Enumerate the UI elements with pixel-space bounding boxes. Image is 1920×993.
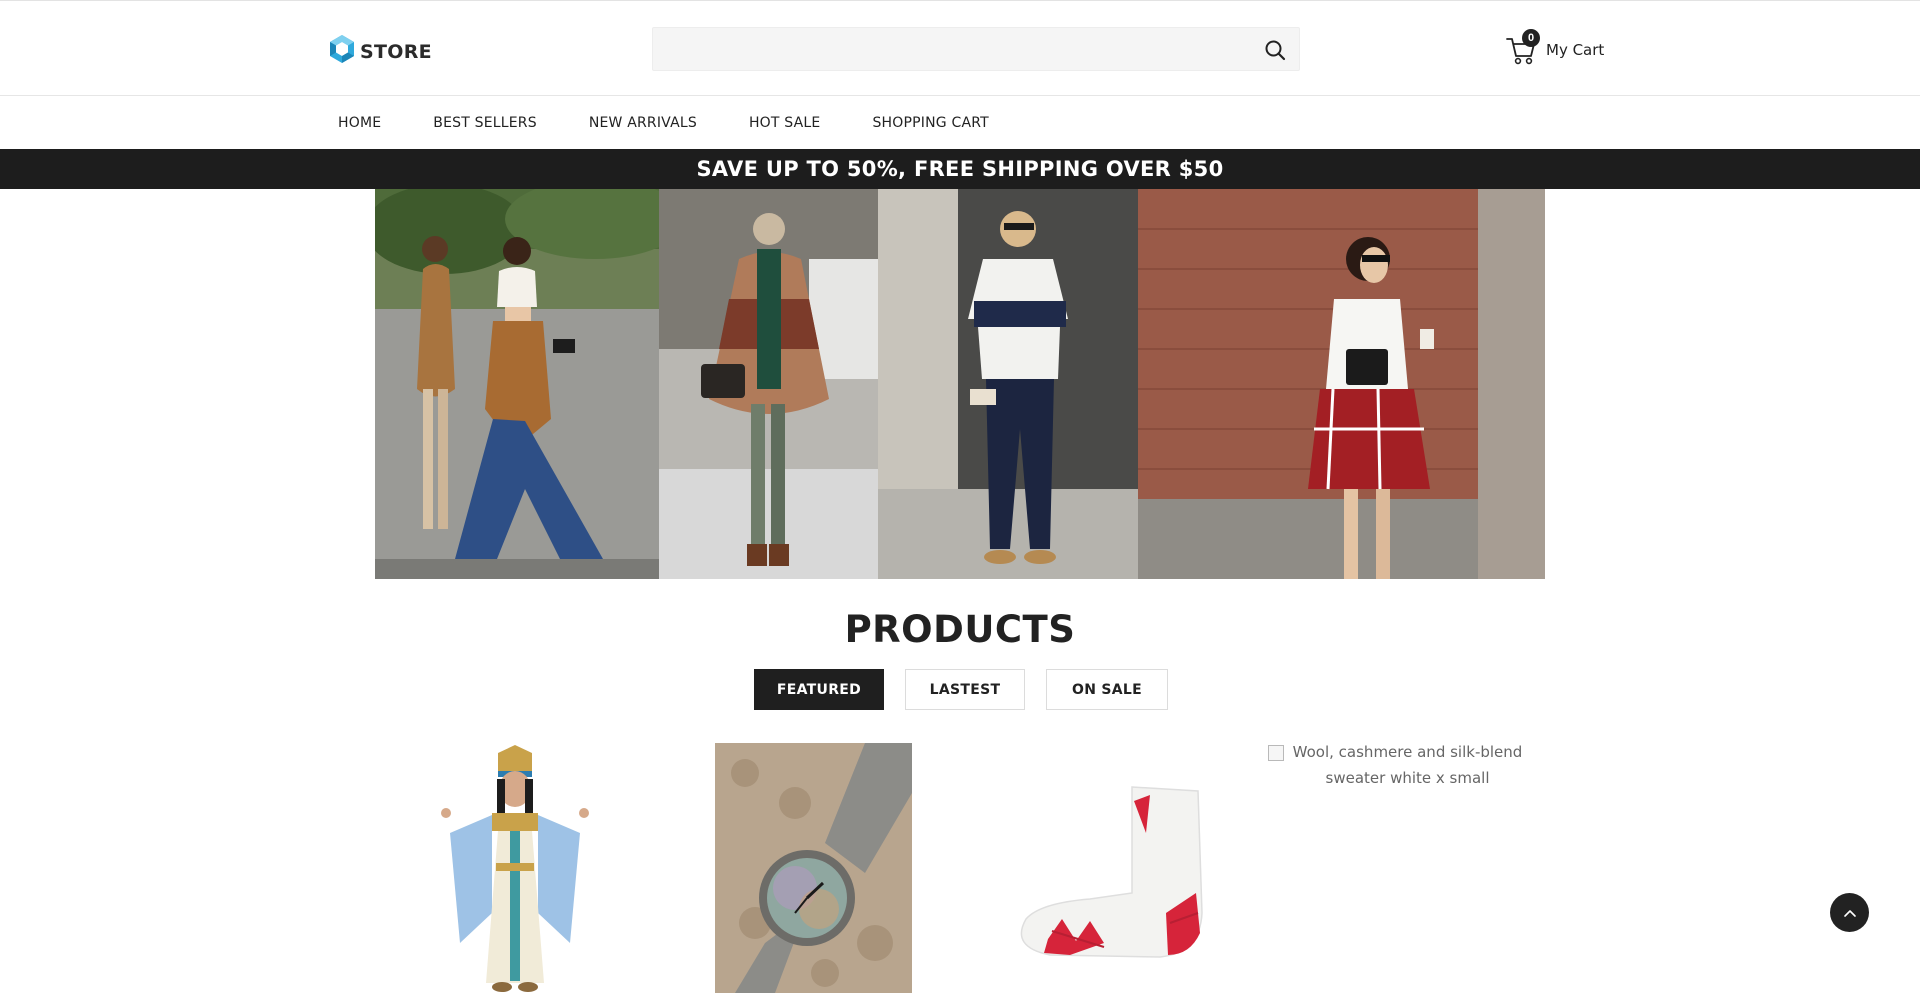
nav-item-new-arrivals[interactable]: NEW ARRIVALS xyxy=(589,115,697,131)
nav-item-home[interactable]: HOME xyxy=(338,115,381,131)
back-to-top-button[interactable] xyxy=(1830,893,1869,932)
tab-on-sale[interactable]: ON SALE xyxy=(1046,669,1168,710)
product-tabs: FEATURED LASTEST ON SALE xyxy=(754,669,1168,710)
nav-item-shopping-cart[interactable]: SHOPPING CART xyxy=(872,115,988,131)
hero-photo-1 xyxy=(375,189,659,579)
product-image-alt-text: Wool, cashmere and silk-blend sweater wh… xyxy=(1292,743,1523,787)
promo-text: SAVE UP TO 50%, FREE SHIPPING OVER $50 xyxy=(696,157,1224,181)
search-input[interactable] xyxy=(653,28,1243,70)
product-image-4[interactable]: Wool, cashmere and silk-blend sweater wh… xyxy=(1268,743,1528,993)
product-image-1[interactable] xyxy=(420,743,610,993)
promo-banner: SAVE UP TO 50%, FREE SHIPPING OVER $50 xyxy=(0,149,1920,189)
main-nav: HOME BEST SELLERS NEW ARRIVALS HOT SALE … xyxy=(0,97,1920,149)
logo-text: STORE xyxy=(360,41,432,63)
logo-icon xyxy=(330,35,354,63)
product-image-3[interactable] xyxy=(1000,743,1215,993)
products-heading: PRODUCTS xyxy=(844,608,1076,651)
cart-button[interactable]: 0 My Cart xyxy=(1506,29,1605,65)
chevron-up-icon xyxy=(1843,909,1856,917)
broken-image-icon xyxy=(1268,745,1284,761)
cart-count-badge: 0 xyxy=(1522,29,1540,47)
hero-photo-3 xyxy=(878,189,1138,579)
store-logo[interactable]: STORE xyxy=(327,34,432,64)
hero-photo-4 xyxy=(1138,189,1545,579)
site-header: STORE 0 My Cart xyxy=(0,1,1920,96)
tab-featured[interactable]: FEATURED xyxy=(754,669,884,710)
tab-latest[interactable]: LASTEST xyxy=(905,669,1025,710)
hero-photo-2 xyxy=(659,189,878,579)
product-image-2[interactable] xyxy=(715,743,912,993)
search-button[interactable] xyxy=(1263,38,1287,62)
cart-label: My Cart xyxy=(1546,41,1605,59)
nav-item-hot-sale[interactable]: HOT SALE xyxy=(749,115,821,131)
search-bar xyxy=(652,27,1300,71)
cart-icon: 0 xyxy=(1506,29,1540,65)
search-icon xyxy=(1265,40,1286,61)
hero-banner[interactable] xyxy=(375,189,1545,579)
nav-item-best-sellers[interactable]: BEST SELLERS xyxy=(433,115,537,131)
